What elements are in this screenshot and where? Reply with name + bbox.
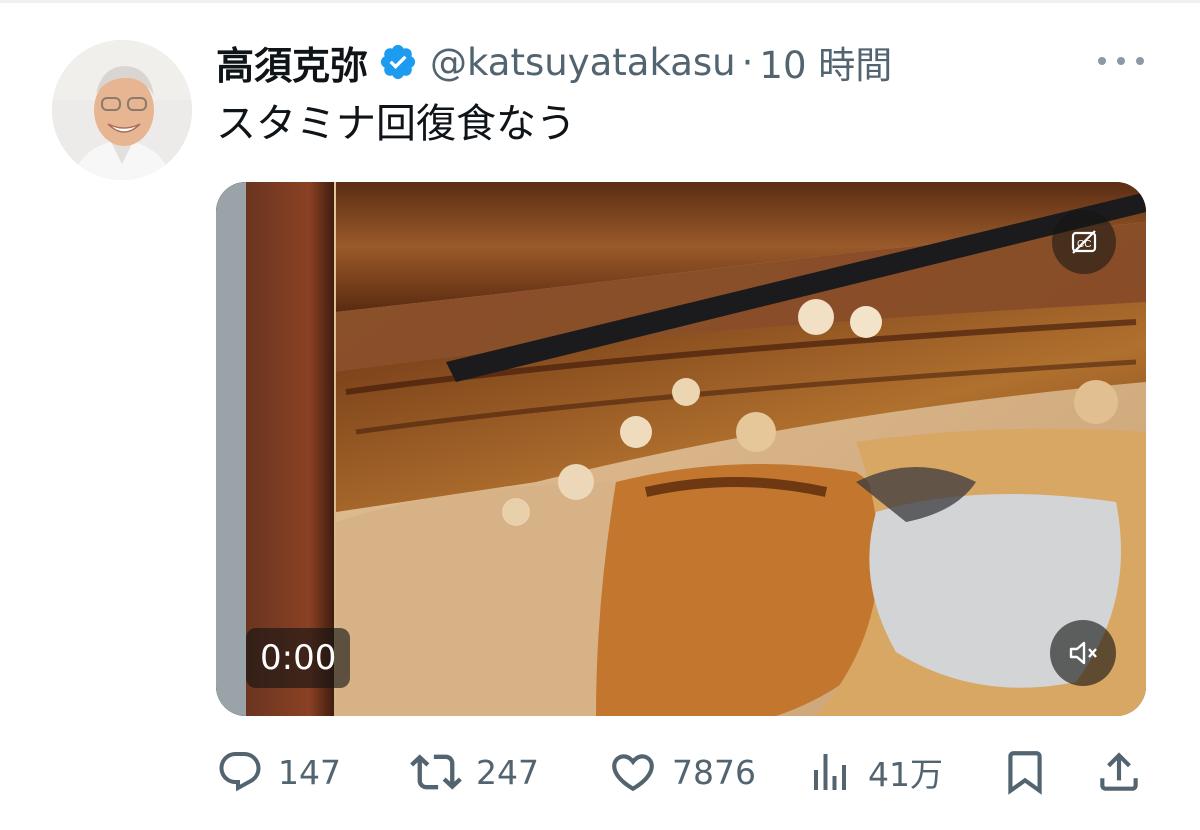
avatar-image xyxy=(52,40,192,180)
avatar[interactable] xyxy=(52,40,192,180)
more-options-icon[interactable] xyxy=(1098,46,1144,76)
tweet: 高須克弥 @katsuyatakasu · 10 時間 スタミナ回復食なう CC… xyxy=(0,0,1200,830)
view-count: 41万 xyxy=(868,755,943,794)
tweet-time[interactable]: 10 時間 xyxy=(759,35,892,89)
share-icon xyxy=(1100,752,1138,791)
reply-count: 147 xyxy=(278,752,341,792)
divider xyxy=(0,0,1200,3)
video-player[interactable]: CC 0:00 xyxy=(216,182,1146,716)
captions-off-icon: CC xyxy=(1071,230,1097,254)
tweet-header: 高須克弥 @katsuyatakasu · 10 時間 xyxy=(216,36,892,88)
tweet-actions: 147 247 7876 41万 xyxy=(0,744,1200,800)
retweet-icon xyxy=(410,754,462,790)
heart-icon xyxy=(612,754,654,792)
views-button[interactable]: 41万 xyxy=(806,744,943,800)
video-frame-eel-rice xyxy=(216,182,1146,716)
tweet-text: スタミナ回復食なう xyxy=(216,101,576,147)
display-name[interactable]: 高須克弥 xyxy=(216,35,368,90)
retweet-button[interactable]: 247 xyxy=(410,744,539,800)
mute-button[interactable] xyxy=(1050,620,1116,686)
captions-button[interactable]: CC xyxy=(1052,210,1116,274)
user-handle[interactable]: @katsuyatakasu xyxy=(430,41,736,84)
share-button[interactable] xyxy=(1094,744,1144,800)
like-button[interactable]: 7876 xyxy=(608,744,756,800)
bookmark-icon xyxy=(1008,751,1042,795)
video-timestamp: 0:00 xyxy=(246,628,351,688)
volume-muted-icon xyxy=(1069,641,1097,665)
separator-dot: · xyxy=(741,40,754,84)
verified-badge-icon xyxy=(380,44,416,80)
reply-icon xyxy=(219,752,261,792)
analytics-icon xyxy=(814,754,846,790)
reply-button[interactable]: 147 xyxy=(216,744,341,800)
bookmark-button[interactable] xyxy=(1000,744,1050,800)
retweet-count: 247 xyxy=(476,752,539,792)
like-count: 7876 xyxy=(672,752,756,792)
